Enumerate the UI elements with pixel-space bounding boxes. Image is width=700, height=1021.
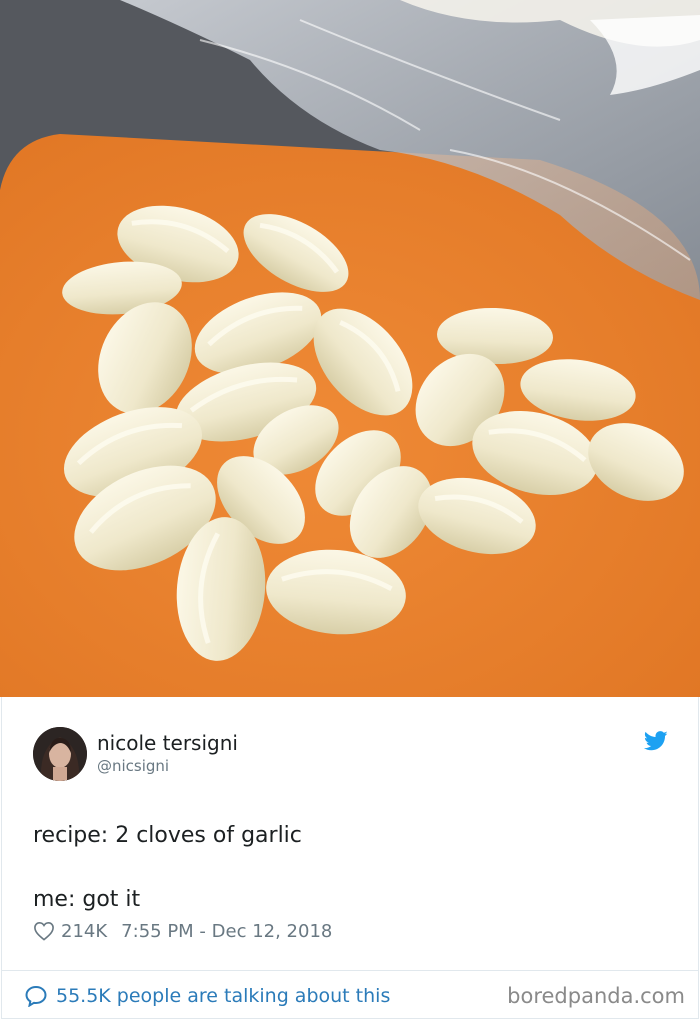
tweet-meta: 214K 7:55 PM - Dec 12, 2018 xyxy=(33,918,332,944)
conversation-link[interactable]: 55.5K people are talking about this xyxy=(24,981,390,1011)
like-count[interactable]: 214K xyxy=(61,921,107,942)
watermark: boredpanda.com xyxy=(507,984,685,1008)
twitter-bird-icon[interactable] xyxy=(644,731,668,751)
speech-bubble-icon xyxy=(25,985,47,1007)
conversation-text[interactable]: 55.5K people are talking about this xyxy=(56,985,390,1007)
garlic-photo-drawing xyxy=(0,0,700,697)
tweet-card: nicole tersigni @nicsigni recipe: 2 clov… xyxy=(1,697,699,1019)
divider xyxy=(2,970,698,971)
tweet-text: recipe: 2 cloves of garlic me: got it xyxy=(33,823,302,912)
author-name[interactable]: nicole tersigni xyxy=(97,731,238,755)
heart-icon[interactable] xyxy=(33,921,55,941)
author-handle[interactable]: @nicsigni xyxy=(97,757,169,775)
avatar[interactable] xyxy=(33,727,87,781)
tweet-timestamp[interactable]: 7:55 PM - Dec 12, 2018 xyxy=(121,921,332,942)
garlic-photo xyxy=(0,0,700,697)
